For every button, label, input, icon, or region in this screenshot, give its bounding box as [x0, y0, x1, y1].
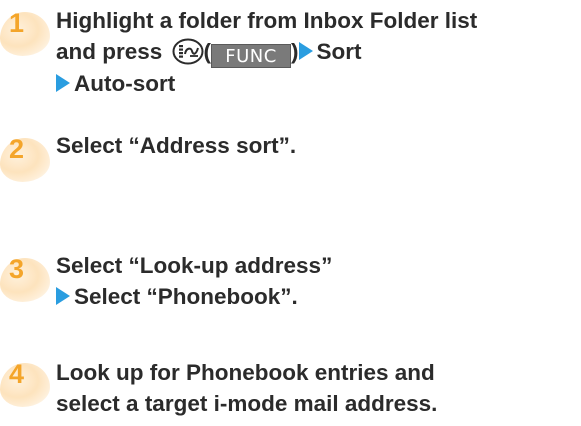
step-text-fragment: Sort [316, 39, 362, 64]
arrow-icon [56, 74, 70, 92]
key-open-paren: ( [203, 39, 212, 64]
step-line: select a target i-mode mail address. [56, 391, 438, 416]
step-text: Select “Address sort”. [56, 130, 576, 161]
step-line: Select “Look-up address” [56, 253, 333, 278]
step-number-badge: 1 [0, 4, 58, 60]
key-close-paren: ) [291, 39, 299, 64]
step-text-fragment: Select “Phonebook”. [74, 284, 298, 309]
step-text-fragment: Auto-sort [74, 71, 176, 96]
step-text-fragment: and press [56, 39, 169, 64]
step-line: Select “Address sort”. [56, 133, 297, 158]
arrow-icon [56, 287, 70, 305]
step-text: Select “Look-up address” Select “Phonebo… [56, 250, 576, 312]
step-number-badge: 2 [0, 130, 58, 186]
step-line: Look up for Phonebook entries and [56, 360, 435, 385]
step-number-highlight [0, 12, 50, 56]
step-number-highlight [0, 138, 50, 182]
step-number-badge: 4 [0, 355, 58, 411]
step-line: Select “Phonebook”. [56, 281, 576, 312]
menu-key-icon [172, 38, 204, 65]
step-line: Auto-sort [56, 68, 576, 99]
arrow-icon [298, 42, 313, 60]
step-number-highlight [0, 258, 50, 302]
step-text: Highlight a folder from Inbox Folder lis… [56, 5, 576, 99]
step-line: Highlight a folder from Inbox Folder lis… [56, 8, 478, 33]
step-text: Look up for Phonebook entries and select… [56, 357, 576, 419]
step-number-badge: 3 [0, 250, 58, 306]
step-number: 3 [9, 254, 25, 284]
step-number: 4 [9, 359, 25, 389]
step-line: and press (FUNC) Sort [56, 36, 576, 68]
step-number: 2 [9, 134, 25, 164]
func-key-label: FUNC [211, 44, 292, 68]
step-number: 1 [9, 8, 25, 38]
step-number-highlight [0, 363, 50, 407]
